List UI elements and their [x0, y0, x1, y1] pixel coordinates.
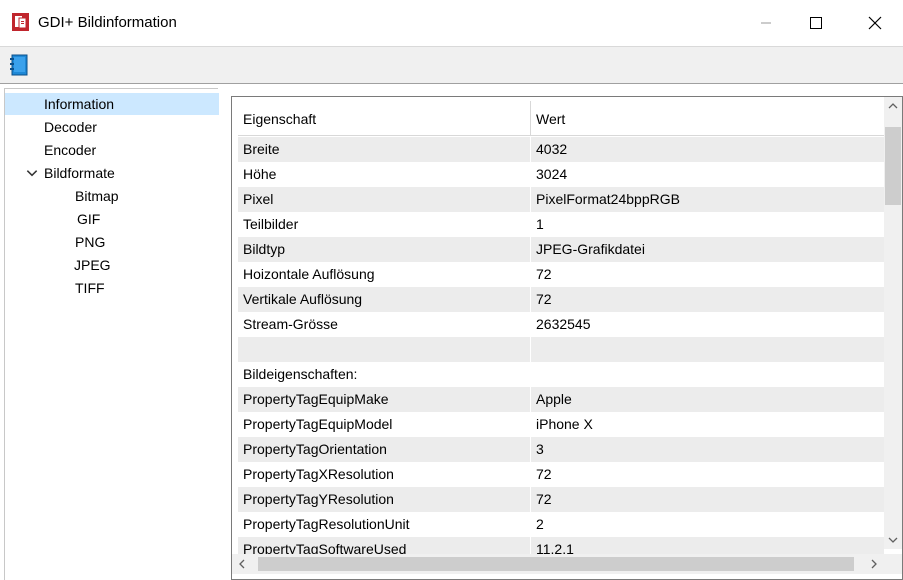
chevron-up-icon [888, 103, 898, 109]
property-name: Hoizontale Auflösung [243, 266, 375, 282]
property-name: Bildtyp [243, 241, 286, 257]
property-value: 72 [536, 466, 552, 482]
table-row[interactable]: PropertyTagXResolution 72 [238, 462, 884, 487]
property-name: PropertyTagResolutionUnit [243, 516, 410, 532]
property-value: JPEG-Grafikdatei [536, 241, 645, 257]
table-row[interactable]: Pixel PixelFormat24bppRGB [238, 187, 884, 212]
chevron-down-icon[interactable] [25, 166, 39, 180]
table-row[interactable] [238, 337, 884, 362]
property-value: 1 [536, 216, 544, 232]
toolbar-separator [0, 83, 903, 84]
close-icon [868, 16, 882, 30]
toolbar [0, 47, 903, 83]
property-value: 2 [536, 516, 544, 532]
property-name: PropertyTagXResolution [243, 466, 394, 482]
vertical-scroll-thumb[interactable] [885, 127, 901, 205]
table-row[interactable]: Vertikale Auflösung 72 [238, 287, 884, 312]
property-grid: Eigenschaft Wert Breite 4032 Höhe 3024 Pix… [231, 96, 903, 580]
column-divider [530, 101, 531, 136]
tree-item-encoder[interactable]: Encoder [44, 139, 96, 161]
property-name: PropertyTagOrientation [243, 441, 387, 457]
tree-item-bitmap[interactable]: Bitmap [75, 185, 119, 207]
horizontal-scrollbar[interactable] [232, 554, 884, 574]
tree-item-tiff[interactable]: TIFF [75, 277, 105, 299]
maximize-icon [810, 17, 822, 29]
table-row[interactable]: PropertyTagEquipMake Apple [238, 387, 884, 412]
property-name: Pixel [243, 191, 274, 207]
section-label: Bildeigenschaften: [243, 366, 358, 382]
property-name: Vertikale Auflösung [243, 291, 363, 307]
column-header-wert[interactable]: Wert [536, 111, 565, 127]
table-row[interactable]: Stream-Grösse 2632545 [238, 312, 884, 337]
table-row[interactable]: Breite 4032 [238, 137, 884, 162]
property-value: 2632545 [536, 316, 591, 332]
property-value: 72 [536, 266, 552, 282]
property-value: 3 [536, 441, 544, 457]
minimize-icon [761, 22, 771, 24]
close-button[interactable] [852, 0, 898, 46]
property-name: Stream-Grösse [243, 316, 338, 332]
chevron-right-icon [871, 559, 877, 569]
table-row[interactable]: PropertyTagResolutionUnit 2 [238, 512, 884, 537]
tree-item-bildformate[interactable]: Bildformate [44, 162, 115, 184]
property-value: iPhone X [536, 416, 593, 432]
minimize-button[interactable] [743, 0, 789, 46]
property-value: 72 [536, 491, 552, 507]
table-row[interactable]: Höhe 3024 [238, 162, 884, 187]
scrollbar-corner [884, 554, 902, 574]
book-icon[interactable] [9, 54, 29, 76]
table-row[interactable]: Bildeigenschaften: [238, 362, 884, 387]
app-icon [12, 13, 29, 31]
tree-item-jpeg[interactable]: JPEG [74, 254, 111, 276]
scroll-down-button[interactable] [884, 531, 902, 549]
property-name: PropertyTagYResolution [243, 491, 394, 507]
property-value: 4032 [536, 141, 568, 157]
scroll-up-button[interactable] [884, 97, 902, 115]
property-name: Breite [243, 141, 280, 157]
window-title: GDI+ Bildinformation [38, 14, 177, 31]
maximize-button[interactable] [793, 0, 839, 46]
title-bar: GDI+ Bildinformation [0, 0, 903, 46]
horizontal-scroll-thumb[interactable] [258, 557, 854, 571]
table-row[interactable]: Teilbilder 1 [238, 212, 884, 237]
table-row[interactable]: Hoizontale Auflösung 72 [238, 262, 884, 287]
table-row[interactable]: PropertyTagYResolution 72 [238, 487, 884, 512]
chevron-down-icon [888, 537, 898, 543]
tree-item-decoder[interactable]: Decoder [44, 116, 97, 138]
table-row[interactable]: PropertyTagEquipModel iPhone X [238, 412, 884, 437]
tree-item-gif[interactable]: GIF [77, 208, 100, 230]
scroll-right-button[interactable] [864, 554, 884, 574]
column-header-eigenschaft[interactable]: Eigenschaft [243, 111, 316, 127]
property-value: 3024 [536, 166, 568, 182]
property-value: 72 [536, 291, 552, 307]
property-value: PixelFormat24bppRGB [536, 191, 680, 207]
property-name: PropertyTagEquipMake [243, 391, 389, 407]
property-name: Höhe [243, 166, 277, 182]
property-name: Teilbilder [243, 216, 299, 232]
scroll-left-button[interactable] [232, 554, 252, 574]
vertical-scrollbar[interactable] [884, 97, 902, 549]
tree-item-information[interactable]: Information [5, 93, 219, 115]
table-row[interactable]: PropertyTagOrientation 3 [238, 437, 884, 462]
navigation-tree: Information Decoder Encoder Bildformate … [4, 88, 219, 580]
tree-item-label: Information [44, 96, 115, 112]
tree-item-png[interactable]: PNG [75, 231, 105, 253]
property-value: Apple [536, 391, 572, 407]
column-divider [530, 137, 531, 562]
grid-header: Eigenschaft Wert [238, 101, 884, 136]
chevron-left-icon [239, 559, 245, 569]
property-name: PropertyTagEquipModel [243, 416, 393, 432]
table-row[interactable]: Bildtyp JPEG-Grafikdatei [238, 237, 884, 262]
